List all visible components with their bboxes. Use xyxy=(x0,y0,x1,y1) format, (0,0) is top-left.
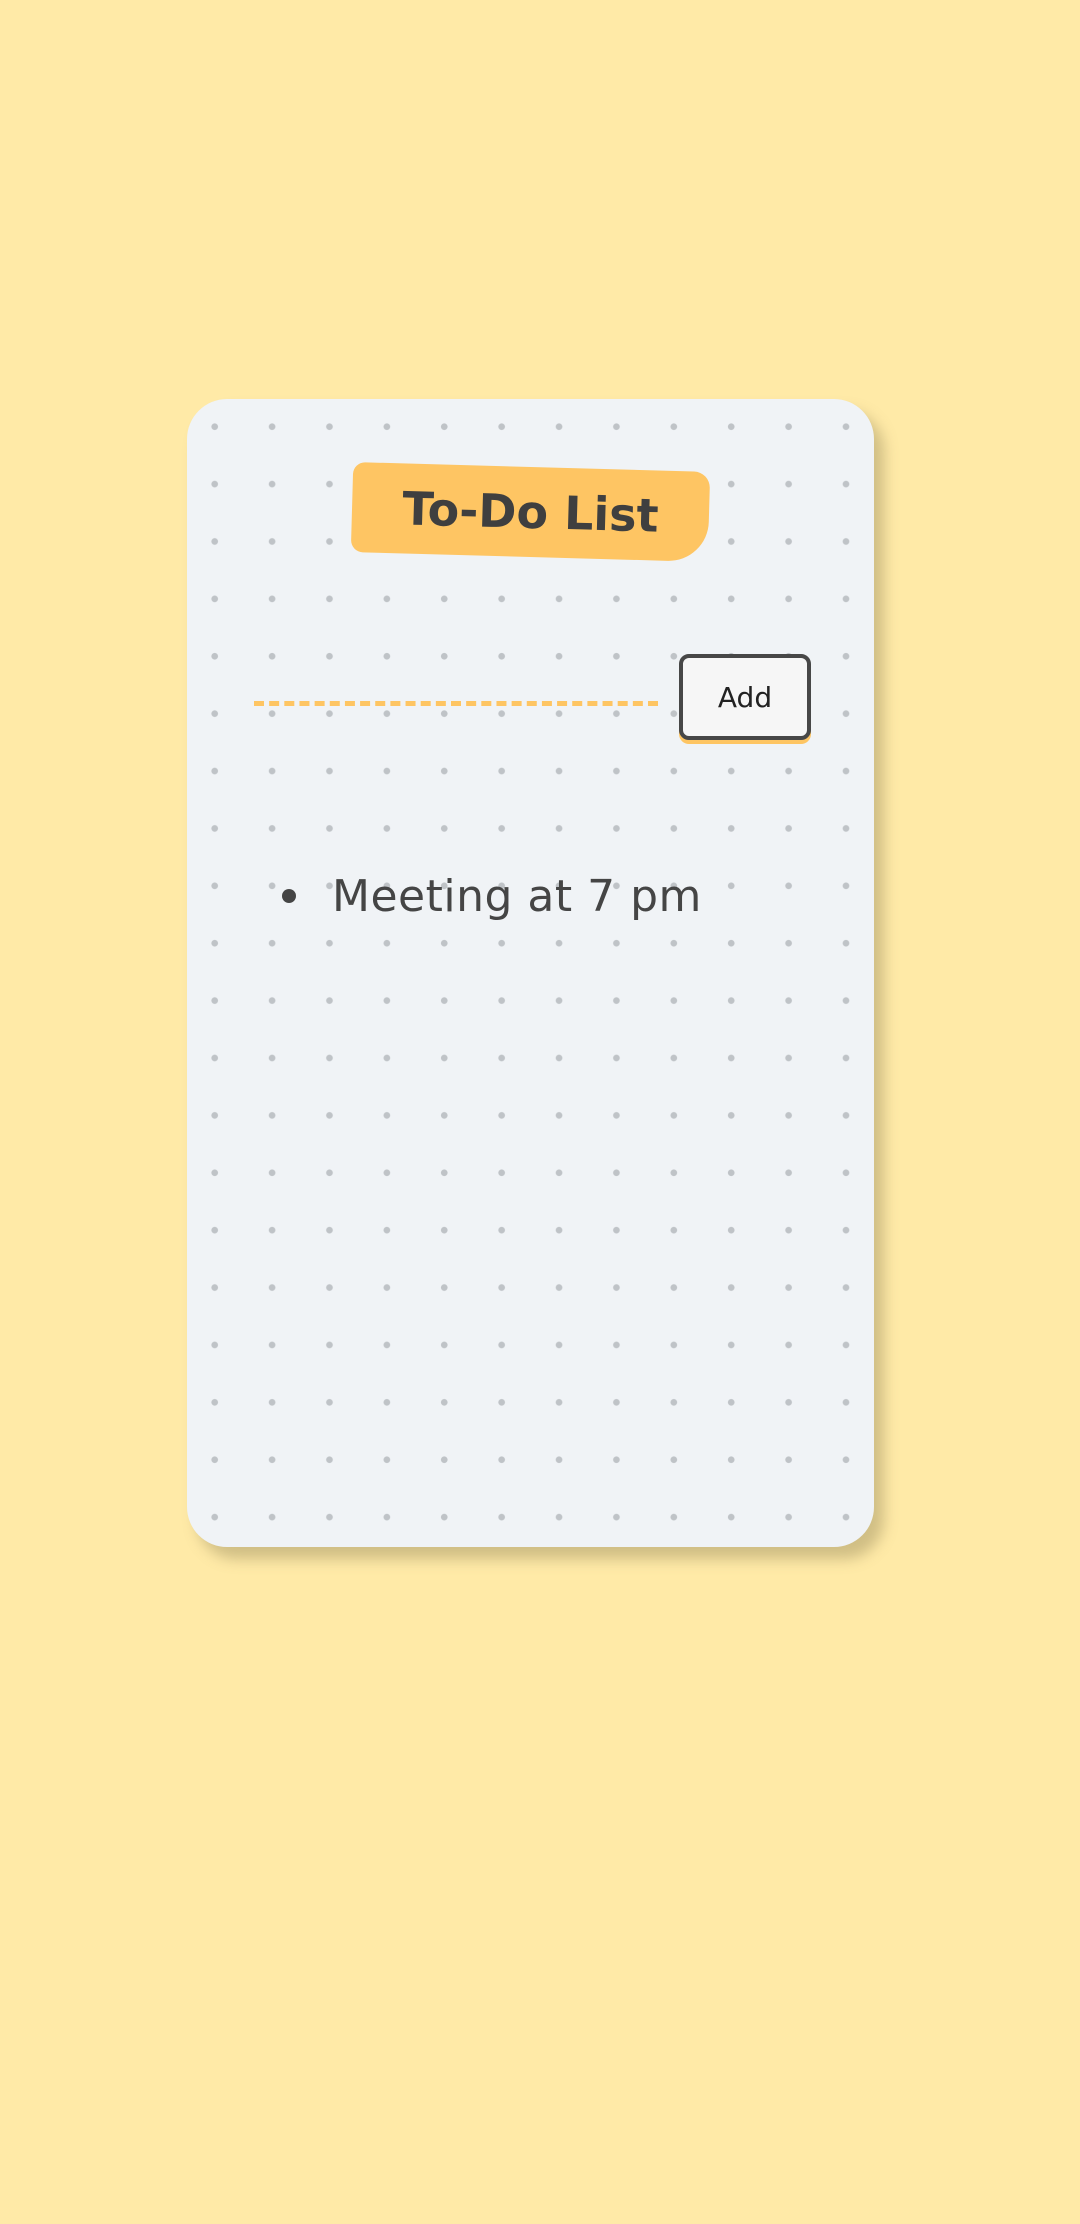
task-input[interactable] xyxy=(254,649,658,706)
task-item[interactable]: Meeting at 7 pm xyxy=(282,861,702,931)
app-background: { "app": { "title": "To-Do List" }, "for… xyxy=(0,0,1080,2224)
task-list: Meeting at 7 pm xyxy=(282,861,702,931)
bullet-icon xyxy=(282,889,296,903)
title-tag: To-Do List xyxy=(350,462,711,562)
task-text: Meeting at 7 pm xyxy=(332,870,702,922)
todo-card: To-Do List Add Meeting at 7 pm xyxy=(187,399,874,1547)
page-title: To-Do List xyxy=(401,481,660,543)
add-button[interactable]: Add xyxy=(679,654,811,740)
